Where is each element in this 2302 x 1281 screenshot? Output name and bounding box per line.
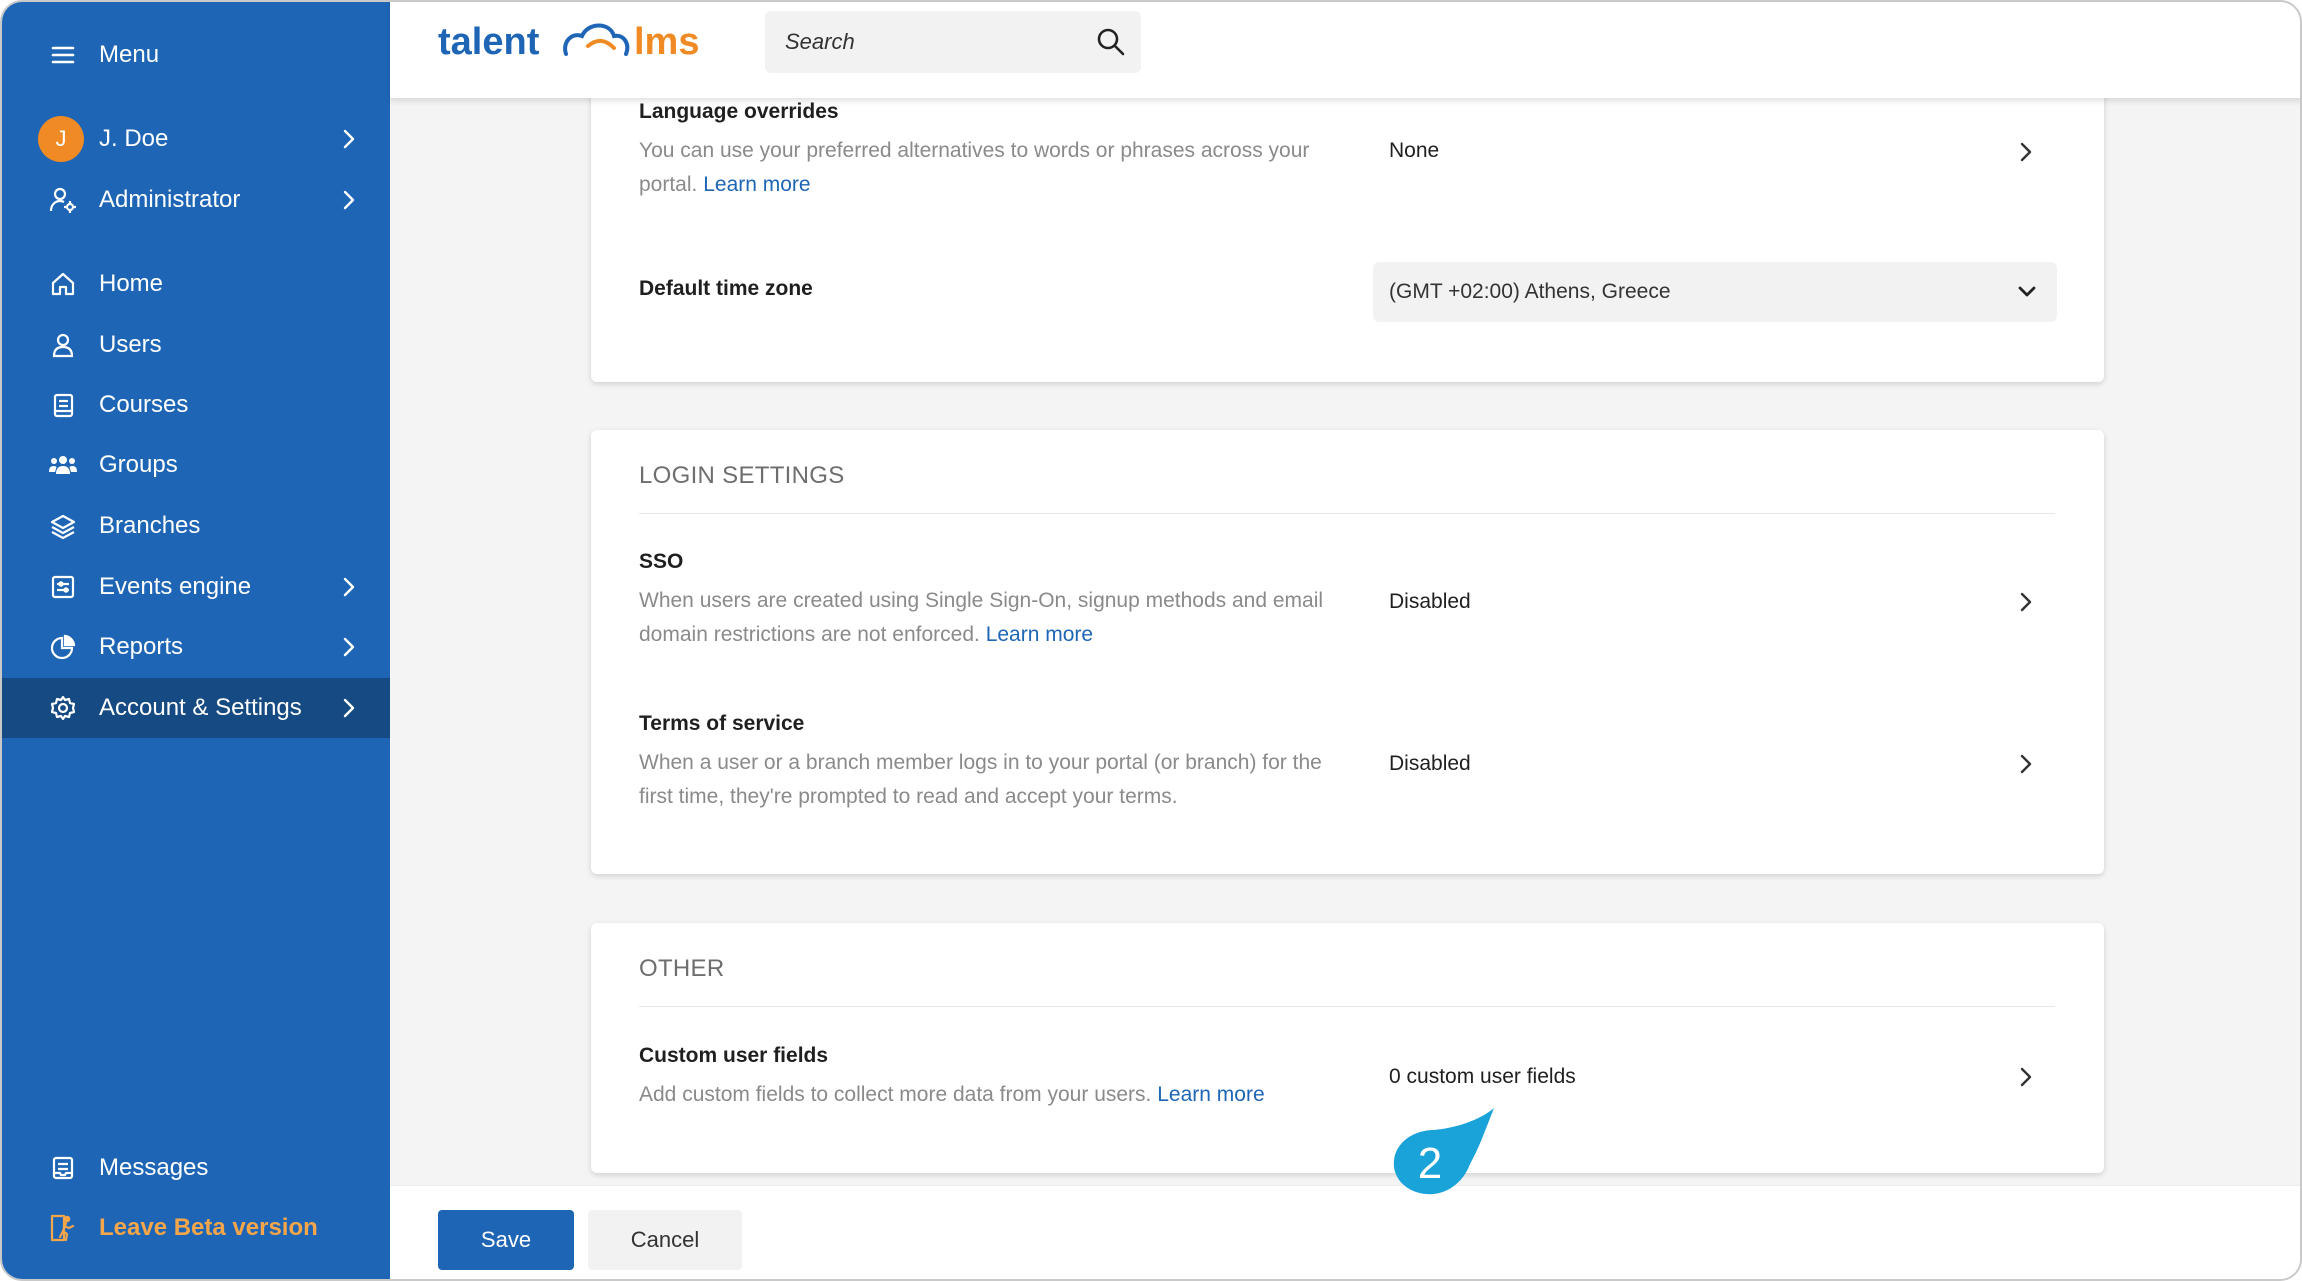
app-window: Menu J J. Doe Administrator Home Users C… bbox=[0, 0, 2302, 1281]
time-zone-title: Default time zone bbox=[639, 277, 813, 300]
book-icon bbox=[48, 390, 78, 420]
sidebar-role[interactable]: Administrator bbox=[2, 170, 390, 230]
chevron-right-icon bbox=[343, 577, 355, 597]
chevron-right-icon bbox=[343, 129, 355, 149]
form-actions-bar: Save Cancel bbox=[390, 1185, 2300, 1279]
search-icon[interactable] bbox=[1095, 26, 1127, 58]
user-icon bbox=[48, 330, 78, 360]
sso-value: Disabled bbox=[1389, 590, 1471, 613]
sidebar-item-label: Home bbox=[99, 270, 164, 297]
sidebar-item-account-settings[interactable]: Account & Settings bbox=[2, 678, 390, 738]
sidebar-item-reports[interactable]: Reports bbox=[2, 617, 390, 677]
sidebar-item-messages[interactable]: Messages bbox=[2, 1138, 390, 1198]
pie-chart-icon bbox=[48, 632, 78, 662]
sidebar-item-label: Branches bbox=[99, 512, 201, 539]
section-title: OTHER bbox=[639, 955, 725, 982]
search-box[interactable]: Search bbox=[765, 11, 1141, 73]
layers-icon bbox=[48, 511, 78, 541]
chevron-right-icon bbox=[343, 637, 355, 657]
chevron-down-icon bbox=[2018, 286, 2036, 297]
sidebar-item-branches[interactable]: Branches bbox=[2, 496, 390, 556]
custom-user-fields-title: Custom user fields bbox=[639, 1044, 829, 1067]
divider bbox=[639, 513, 2055, 514]
chevron-right-icon[interactable] bbox=[2015, 141, 2037, 163]
sidebar-item-users[interactable]: Users bbox=[2, 315, 390, 375]
divider bbox=[639, 1006, 2055, 1007]
custom-user-fields-value: 0 custom user fields bbox=[1389, 1065, 1576, 1088]
sidebar-item-events-engine[interactable]: Events engine bbox=[2, 557, 390, 617]
callout-number: 2 bbox=[1418, 1139, 1442, 1188]
sidebar-item-home[interactable]: Home bbox=[2, 254, 390, 314]
chevron-right-icon[interactable] bbox=[2015, 1066, 2037, 1088]
sidebar-item-groups[interactable]: Groups bbox=[2, 435, 390, 495]
logo-text-talent: talent bbox=[438, 21, 540, 63]
top-bar: talent lms Search bbox=[390, 2, 2300, 98]
language-overrides-title: Language overrides bbox=[639, 100, 839, 123]
leave-beta-label: Leave Beta version bbox=[99, 1214, 318, 1241]
cancel-button[interactable]: Cancel bbox=[588, 1210, 742, 1270]
step-callout: 2 bbox=[1390, 1106, 1498, 1198]
chevron-right-icon bbox=[343, 190, 355, 210]
sidebar-item-label: Groups bbox=[99, 451, 178, 478]
role-label: Administrator bbox=[99, 186, 241, 213]
save-button[interactable]: Save bbox=[438, 1210, 574, 1270]
sidebar-item-courses[interactable]: Courses bbox=[2, 375, 390, 435]
language-overrides-description: You can use your preferred alternatives … bbox=[639, 139, 1310, 196]
message-icon bbox=[48, 1153, 78, 1183]
learn-more-link[interactable]: Learn more bbox=[703, 173, 810, 196]
exit-walk-icon bbox=[48, 1213, 78, 1243]
talentlms-logo[interactable]: talent lms bbox=[438, 14, 728, 66]
user-name: J. Doe bbox=[99, 125, 169, 152]
sidebar-item-label: Account & Settings bbox=[99, 694, 302, 721]
sso-title: SSO bbox=[639, 550, 684, 573]
terms-of-service-title: Terms of service bbox=[639, 712, 805, 735]
learn-more-link[interactable]: Learn more bbox=[986, 623, 1093, 646]
logo-text-lms: lms bbox=[634, 21, 699, 63]
sidebar-item-label: Events engine bbox=[99, 573, 252, 600]
chevron-right-icon[interactable] bbox=[2015, 753, 2037, 775]
sidebar-item-label: Users bbox=[99, 331, 162, 358]
sidebar-item-label: Reports bbox=[99, 633, 184, 660]
chevron-right-icon[interactable] bbox=[2015, 591, 2037, 613]
learn-more-link[interactable]: Learn more bbox=[1157, 1083, 1264, 1106]
custom-user-fields-description: Add custom fields to collect more data f… bbox=[639, 1083, 1265, 1106]
sso-description: When users are created using Single Sign… bbox=[639, 589, 1324, 646]
other-settings-card: OTHER Custom user fields Add custom fiel… bbox=[591, 923, 2104, 1173]
chevron-right-icon bbox=[343, 698, 355, 718]
home-icon bbox=[48, 269, 78, 299]
time-zone-select[interactable]: (GMT +02:00) Athens, Greece bbox=[1373, 262, 2057, 322]
menu-label: Menu bbox=[99, 41, 160, 68]
menu-toggle[interactable]: Menu bbox=[2, 25, 390, 85]
terms-of-service-value: Disabled bbox=[1389, 752, 1471, 775]
avatar: J bbox=[38, 116, 84, 162]
gear-icon bbox=[48, 693, 78, 723]
group-icon bbox=[48, 450, 78, 480]
leave-beta-link[interactable]: Leave Beta version bbox=[2, 1198, 390, 1258]
hamburger-icon bbox=[48, 40, 78, 70]
admin-icon bbox=[48, 185, 78, 215]
time-zone-value: (GMT +02:00) Athens, Greece bbox=[1389, 280, 1671, 303]
search-placeholder: Search bbox=[785, 29, 855, 54]
language-overrides-value: None bbox=[1389, 139, 1440, 162]
sidebar-item-label: Courses bbox=[99, 391, 189, 418]
sidebar-user[interactable]: J J. Doe bbox=[2, 109, 390, 169]
sidebar-item-label: Messages bbox=[99, 1154, 209, 1181]
sidebar: Menu J J. Doe Administrator Home Users C… bbox=[2, 2, 390, 1279]
events-icon bbox=[48, 572, 78, 602]
terms-of-service-description: When a user or a branch member logs in t… bbox=[639, 751, 1322, 808]
login-settings-card: LOGIN SETTINGS SSO When users are create… bbox=[591, 430, 2104, 874]
section-title: LOGIN SETTINGS bbox=[639, 462, 845, 489]
